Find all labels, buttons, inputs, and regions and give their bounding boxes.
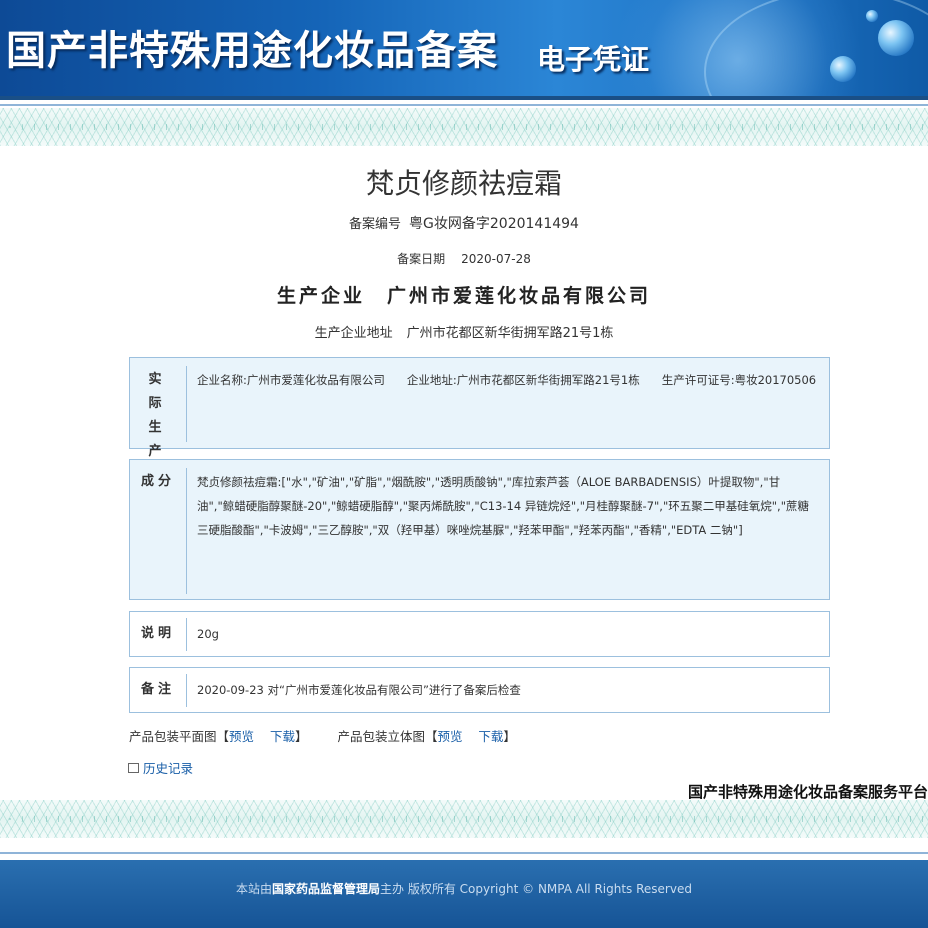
- history-label[interactable]: 历史记录: [143, 761, 193, 776]
- bracket-open: 【: [424, 729, 438, 744]
- footer-suffix: 主办 版权所有 Copyright © NMPA All Rights Rese…: [380, 882, 692, 896]
- footer-org: 国家药品监督管理局: [272, 882, 381, 896]
- bracket-open: 【: [216, 729, 230, 744]
- ingredients-box: 成分 梵贞修颜祛痘霜:["水","矿油","矿脂","烟酰胺","透明质酸钠",…: [129, 459, 830, 600]
- solid-preview-link[interactable]: 预览: [437, 729, 462, 744]
- guilloche-pattern-bottom: [0, 800, 928, 838]
- company-name-value: 广州市爱莲化妆品有限公司: [246, 373, 385, 387]
- description-box: 说明 20g: [129, 611, 830, 657]
- company-address-label: 企业地址:: [406, 373, 457, 387]
- record-date-line: 备案日期 2020-07-28: [0, 250, 928, 267]
- actual-producer-details: 企业名称:广州市爱莲化妆品有限公司 企业地址:广州市花都区新华街拥军路21号1栋 生…: [197, 368, 817, 392]
- record-number-label: 备案编号: [349, 217, 402, 232]
- footer-prefix: 本站由: [236, 882, 273, 896]
- description-text: 20g: [197, 627, 219, 641]
- remarks-label: 备注: [140, 682, 175, 697]
- footer-copyright: 本站由国家药品监督管理局主办 版权所有 Copyright © NMPA All…: [0, 880, 928, 897]
- bracket-close: 】: [503, 729, 516, 744]
- actual-producer-divider: [186, 366, 187, 442]
- manufacturer-address-line: 生产企业地址 广州市花都区新华街拥军路21号1栋: [0, 322, 928, 341]
- footer-rule: [0, 852, 928, 854]
- product-name: 梵贞修颜祛痘霜: [365, 167, 562, 200]
- description-label: 说明: [140, 626, 175, 641]
- banner-orb-large: [878, 20, 914, 56]
- manufacturer-value: 广州市爱莲化妆品有限公司: [387, 285, 652, 307]
- record-date-value: 2020-07-28: [461, 252, 531, 266]
- footer: 本站由国家药品监督管理局主办 版权所有 Copyright © NMPA All…: [0, 860, 928, 928]
- manufacturer-label: 生产企业: [276, 285, 365, 307]
- record-date-label: 备案日期: [397, 252, 446, 266]
- solid-package-label: 产品包装立体图: [337, 729, 425, 744]
- remarks-divider: [186, 674, 187, 707]
- company-address-value: 广州市花都区新华街拥军路21号1栋: [456, 373, 640, 387]
- record-number-value: 粤G妆网备字2020141494: [409, 216, 579, 232]
- guilloche-pattern-top: [0, 108, 928, 146]
- manufacturer-address-value: 广州市花都区新华街拥军路21号1栋: [406, 326, 614, 341]
- ingredients-divider: [186, 468, 187, 594]
- record-number-line: 备案编号 粤G妆网备字2020141494: [0, 213, 928, 233]
- package-image-links: 产品包装平面图【预览 下载】 产品包装立体图【预览 下载】: [129, 726, 516, 745]
- flat-preview-link[interactable]: 预览: [229, 729, 254, 744]
- license-value: 粤妆20170506: [734, 373, 817, 387]
- history-link[interactable]: 历史记录: [128, 758, 193, 777]
- license-label: 生产许可证号:: [661, 373, 735, 387]
- history-icon: [128, 763, 139, 773]
- banner-orb-small: [866, 10, 878, 22]
- bracket-close: 】: [294, 729, 308, 744]
- platform-name: 国产非特殊用途化妆品备案服务平台: [687, 783, 928, 801]
- banner-orb-medium: [830, 56, 856, 82]
- actual-producer-box: 实际生产企业 企业名称:广州市爱莲化妆品有限公司企业地址:广州市花都区新华街拥军…: [129, 357, 830, 507]
- solid-download-link[interactable]: 下载: [478, 729, 503, 744]
- header-divider: [0, 96, 928, 100]
- remarks-box: 备注 2020-09-23 对“广州市爱莲化妆品有限公司”进行了备案后检查: [129, 667, 830, 713]
- banner-title: 国产非特殊用途化妆品备案: [6, 27, 498, 74]
- header-banner: 国产非特殊用途化妆品备案 电子凭证: [0, 0, 928, 96]
- flat-download-link[interactable]: 下载: [270, 729, 295, 744]
- ingredients-text: 梵贞修颜祛痘霜:["水","矿油","矿脂","烟酰胺","透明质酸钠","库拉…: [197, 475, 809, 537]
- banner-subtitle: 电子凭证: [537, 43, 650, 76]
- flat-package-label: 产品包装平面图: [129, 729, 217, 744]
- remarks-text: 2020-09-23 对“广州市爱莲化妆品有限公司”进行了备案后检查: [197, 683, 521, 697]
- manufacturer-line: 生产企业 广州市爱莲化妆品有限公司: [0, 281, 928, 308]
- header-rule: [0, 104, 928, 106]
- company-name-label: 企业名称:: [197, 373, 247, 387]
- description-divider: [186, 618, 187, 651]
- manufacturer-address-label: 生产企业地址: [314, 326, 393, 341]
- ingredients-label: 成分: [140, 474, 175, 489]
